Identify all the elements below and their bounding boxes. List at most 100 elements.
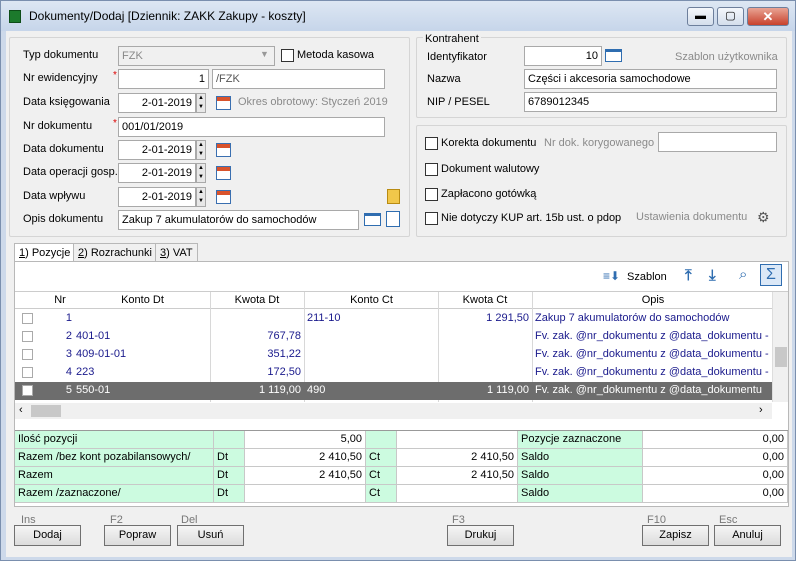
gotowka-checkbox[interactable] xyxy=(425,188,438,201)
spin-icon[interactable]: ▲ ▼ xyxy=(196,93,206,113)
popraw-button[interactable]: Popraw xyxy=(104,525,171,546)
kup-checkbox[interactable] xyxy=(425,212,438,225)
table-row[interactable]: 3 409-01-01 351,22 Fv. zak. @nr_dokumentu z… xyxy=(15,346,772,364)
anuluj-button[interactable]: Anuluj xyxy=(714,525,781,546)
cell-konto-dt: 401-01 xyxy=(76,330,111,342)
vertical-scrollbar[interactable] xyxy=(772,292,788,402)
nazwa-input[interactable]: Części i akcesoria samochodowe xyxy=(524,69,777,89)
summary-r-label: Saldo xyxy=(518,485,643,503)
col-konto-dt[interactable]: Konto Dt xyxy=(75,294,210,306)
move-bottom-icon[interactable]: ⤓ xyxy=(709,267,716,284)
usun-button[interactable]: Usuń xyxy=(177,525,244,546)
calendar-icon[interactable] xyxy=(216,143,231,157)
scroll-right-icon[interactable]: › xyxy=(759,404,763,416)
summary-label: Razem /zaznaczone/ xyxy=(15,485,214,503)
folder-icon[interactable] xyxy=(605,49,622,62)
tab-vat[interactable]: 3) VAT xyxy=(155,243,198,263)
nip-input[interactable]: 6789012345 xyxy=(524,92,777,112)
move-top-icon[interactable]: ⤒ xyxy=(685,267,692,284)
nr-dok-input[interactable]: 001/01/2019 xyxy=(118,117,385,137)
opis-input[interactable]: Zakup 7 akumulatorów do samochodów xyxy=(118,210,359,230)
col-kwota-ct[interactable]: Kwota Ct xyxy=(439,294,531,306)
dialog-body: Typ dokumentu FZK ▼ Metoda kasowa Nr ewi… xyxy=(6,31,792,557)
cell-opis: Zakup 7 akumulatorów do samochodów xyxy=(535,312,730,324)
col-konto-ct[interactable]: Konto Ct xyxy=(305,294,438,306)
typ-select[interactable]: FZK xyxy=(118,46,275,66)
spin-icon[interactable]: ▲ ▼ xyxy=(196,163,206,183)
scroll-left-icon[interactable]: ‹ xyxy=(19,404,23,416)
data-dok-input[interactable]: 2-01-2019 xyxy=(118,140,196,160)
spin-icon[interactable]: ▲ ▼ xyxy=(196,187,206,207)
metoda-kasowa-label: Metoda kasowa xyxy=(297,49,375,61)
tab-label: ) Pozycje xyxy=(25,247,71,259)
table-row[interactable]: 1 211-10 1 291,50 Zakup 7 akumulatorów do s… xyxy=(15,310,772,328)
ustawienia-link[interactable]: Ustawienia dokumentu xyxy=(636,211,747,223)
typ-label: Typ dokumentu xyxy=(23,49,99,61)
table-row[interactable]: 5 550-01 1 119,00 490 1 119,00 Fv. zak. @nr_d… xyxy=(15,382,772,400)
szablon-uzytkownika-link[interactable]: Szablon użytkownika xyxy=(675,51,778,63)
scroll-thumb[interactable] xyxy=(775,347,787,367)
summary-row: Razem /bez kont pozabilansowych/Dt 2 410,… xyxy=(15,449,788,467)
summary-row: Ilość pozycji 5,00 Pozycje zaznaczone 0,00 xyxy=(15,431,788,449)
row-checkbox[interactable] xyxy=(22,331,33,342)
grid-header: Nr Konto Dt Kwota Dt Konto Ct Kwota Ct O… xyxy=(15,292,772,309)
edit-icon[interactable] xyxy=(386,211,400,227)
maximize-button[interactable]: ▢ xyxy=(717,7,744,26)
title-bar[interactable]: Dokumenty/Dodaj [Dziennik: ZAKK Zakupy -… xyxy=(1,1,795,31)
row-checkbox[interactable] xyxy=(22,367,33,378)
nr-kor-input[interactable] xyxy=(658,132,777,152)
summary-ct xyxy=(366,431,397,449)
zapisz-button[interactable]: Zapisz xyxy=(642,525,709,546)
horizontal-scrollbar[interactable]: ‹ › xyxy=(15,403,772,419)
list-icon[interactable]: ≡⬇ xyxy=(603,269,620,283)
data-wpl-input[interactable]: 2-01-2019 xyxy=(118,187,196,207)
summary-label: Ilość pozycji xyxy=(15,431,214,449)
table-row[interactable]: 4 223 172,50 Fv. zak. @nr_dokumentu z @data… xyxy=(15,364,772,382)
tab-rozrachunki[interactable]: 2) Rozrachunki xyxy=(73,243,157,263)
notes-icon[interactable] xyxy=(387,189,400,204)
drukuj-button[interactable]: Drukuj xyxy=(447,525,514,546)
calendar-icon[interactable] xyxy=(216,96,231,110)
nr-ew-suffix[interactable]: /FZK xyxy=(212,69,385,89)
metoda-kasowa-checkbox[interactable] xyxy=(281,49,294,62)
data-op-input[interactable]: 2-01-2019 xyxy=(118,163,196,183)
gotowka-label: Zapłacono gotówką xyxy=(441,188,537,200)
row-checkbox[interactable] xyxy=(22,313,33,324)
id-input[interactable]: 10 xyxy=(524,46,602,66)
gear-icon[interactable]: ⚙ xyxy=(757,209,770,226)
cell-konto-dt: 409-01-01 xyxy=(76,348,127,360)
calendar-icon[interactable] xyxy=(216,166,231,180)
col-opis[interactable]: Opis xyxy=(533,294,773,306)
tab-label: ) VAT xyxy=(166,247,193,259)
summary-ct: Ct xyxy=(366,467,397,485)
szablon-button[interactable]: Szablon xyxy=(627,271,667,283)
sum-icon[interactable]: Σ xyxy=(760,264,782,286)
cell-konto-ct: 211-10 xyxy=(307,312,341,324)
col-nr[interactable]: Nr xyxy=(48,294,72,306)
minimize-button[interactable]: ▬ xyxy=(687,7,714,26)
cell-kwota-dt: 1 119,00 xyxy=(258,384,301,396)
app-icon xyxy=(9,10,21,23)
walutowy-checkbox[interactable] xyxy=(425,163,438,176)
calendar-icon[interactable] xyxy=(216,190,231,204)
close-button[interactable]: ✕ xyxy=(747,7,789,26)
scroll-thumb[interactable] xyxy=(31,405,61,417)
search-icon[interactable]: ⌕ xyxy=(739,266,747,283)
row-checkbox[interactable] xyxy=(22,349,33,360)
nr-ew-input[interactable]: 1 xyxy=(118,69,209,89)
table-row[interactable]: 2 401-01 767,78 Fv. zak. @nr_dokumentu z @d… xyxy=(15,328,772,346)
data-ksieg-input[interactable]: 2-01-2019 xyxy=(118,93,196,113)
row-checkbox[interactable] xyxy=(22,385,33,396)
nr-dok-label: Nr dokumentu xyxy=(23,120,93,132)
korekta-checkbox[interactable] xyxy=(425,137,438,150)
id-label: Identyfikator xyxy=(427,51,487,63)
dodaj-button[interactable]: Dodaj xyxy=(14,525,81,546)
cell-konto-ct: 490 xyxy=(307,384,326,396)
cell-nr: 2 xyxy=(65,330,72,342)
summary-dt: Dt xyxy=(214,467,245,485)
chevron-down-icon[interactable]: ▼ xyxy=(260,49,269,59)
spin-icon[interactable]: ▲ ▼ xyxy=(196,140,206,160)
folder-icon[interactable] xyxy=(364,213,381,226)
col-kwota-dt[interactable]: Kwota Dt xyxy=(211,294,303,306)
tab-label: ) Rozrachunki xyxy=(84,247,152,259)
